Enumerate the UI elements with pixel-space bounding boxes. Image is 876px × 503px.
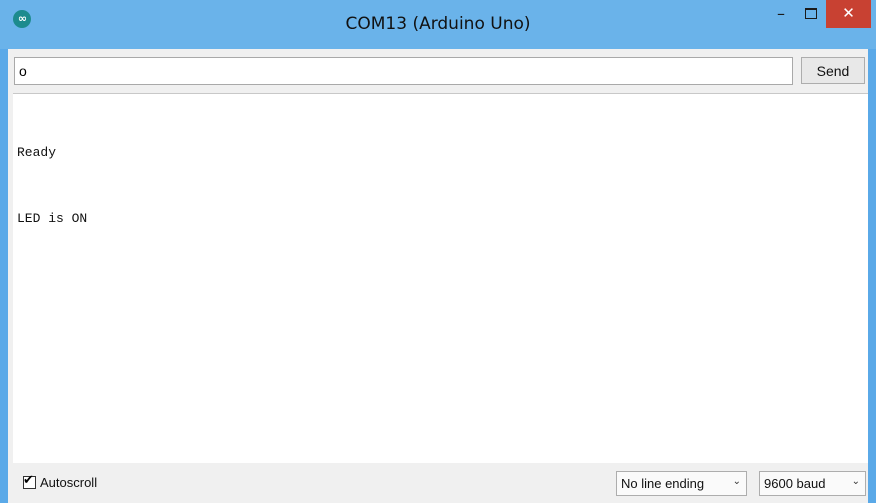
maximize-icon (805, 8, 817, 19)
baud-rate-value: 9600 baud (764, 476, 826, 491)
client-area: Send Ready LED is ON ✔ Autoscroll No lin… (8, 49, 868, 503)
close-icon: ✕ (842, 4, 855, 22)
maximize-button[interactable] (796, 0, 826, 28)
window-title: COM13 (Arduino Uno) (345, 14, 531, 34)
send-row: Send (8, 49, 868, 93)
serial-output[interactable]: Ready LED is ON (13, 93, 868, 463)
checkmark-icon: ✔ (23, 473, 34, 489)
baud-rate-select[interactable]: 9600 baud ⌄ (759, 471, 866, 496)
output-line: LED is ON (17, 211, 88, 226)
serial-input[interactable] (14, 57, 793, 85)
minimize-button[interactable]: – (766, 0, 796, 28)
autoscroll-label: Autoscroll (40, 475, 98, 491)
serial-monitor-window: ∞ COM13 (Arduino Uno) – ✕ Send Ready LED… (0, 0, 876, 503)
title-bar[interactable]: ∞ COM13 (Arduino Uno) – ✕ (0, 0, 876, 49)
output-line: Ready (17, 145, 57, 160)
autoscroll-checkbox[interactable]: ✔ (23, 473, 36, 490)
bottom-bar: ✔ Autoscroll No line ending ⌄ 9600 baud … (8, 463, 868, 503)
line-ending-value: No line ending (621, 476, 705, 491)
send-button[interactable]: Send (801, 57, 865, 84)
chevron-down-icon: ⌄ (732, 476, 741, 487)
minimize-icon: – (777, 4, 785, 23)
chevron-down-icon: ⌄ (851, 476, 860, 487)
line-ending-select[interactable]: No line ending ⌄ (616, 471, 747, 496)
close-button[interactable]: ✕ (826, 0, 871, 28)
autoscroll-toggle[interactable]: ✔ Autoscroll (23, 473, 98, 492)
